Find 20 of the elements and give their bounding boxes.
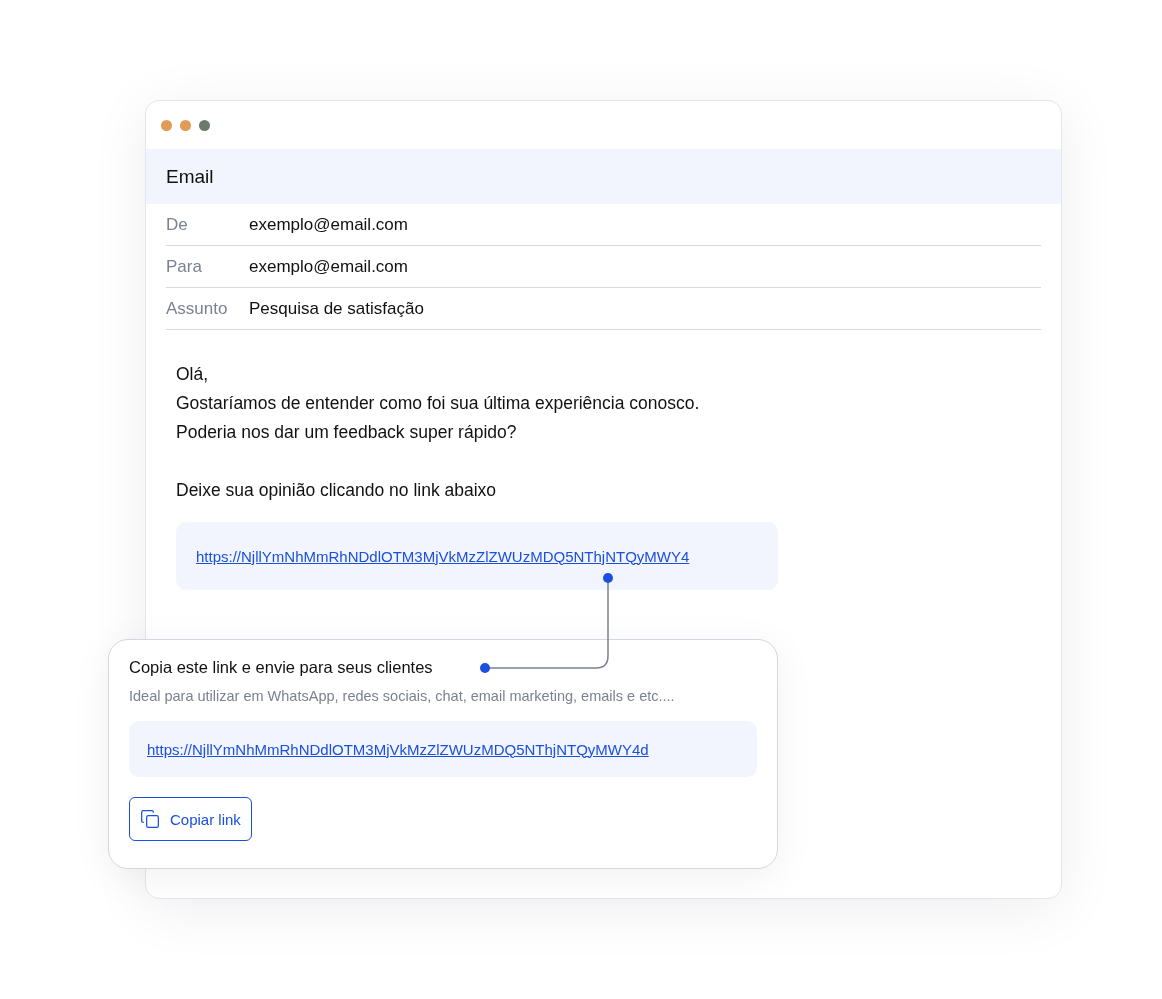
- field-label: Para: [166, 256, 203, 277]
- window-control-dot[interactable]: [199, 119, 210, 131]
- window-title: Email: [166, 165, 214, 188]
- copy-icon: [140, 809, 160, 829]
- message-line: Deixe sua opinião clicando no link abaixo: [176, 479, 498, 502]
- message-line: Gostaríamos de entender como foi sua última experiência conosco.: [176, 392, 701, 415]
- message-line: Olá,: [176, 363, 210, 386]
- copy-link-button[interactable]: Copiar link: [129, 797, 252, 841]
- field-value: Pesquisa de satisfação: [249, 298, 424, 319]
- field-value: exemplo@email.com: [249, 256, 408, 277]
- field-label: Assunto: [166, 298, 229, 319]
- window-control-dot[interactable]: [161, 119, 172, 131]
- card-title: Copia este link e envie para seus clientes: [129, 658, 433, 677]
- field-value: exemplo@email.com: [249, 214, 408, 235]
- field-label: De: [166, 214, 189, 235]
- card-subtitle: Ideal para utilizar em WhatsApp, redes sociais, chat, email marketing, emails e etc....: [129, 688, 676, 704]
- survey-link[interactable]: https://NjllYmNhMmRhNDdlOTM3MjVkMzZlZWUzMDQ5NThjNTQyMWY4: [196, 547, 690, 565]
- window-control-dot[interactable]: [180, 119, 191, 131]
- survey-link[interactable]: https://NjllYmNhMmRhNDdlOTM3MjVkMzZlZWUzMDQ5NThjNTQyMWY4d: [147, 740, 649, 758]
- message-line: Poderia nos dar um feedback super rápido?: [176, 421, 518, 444]
